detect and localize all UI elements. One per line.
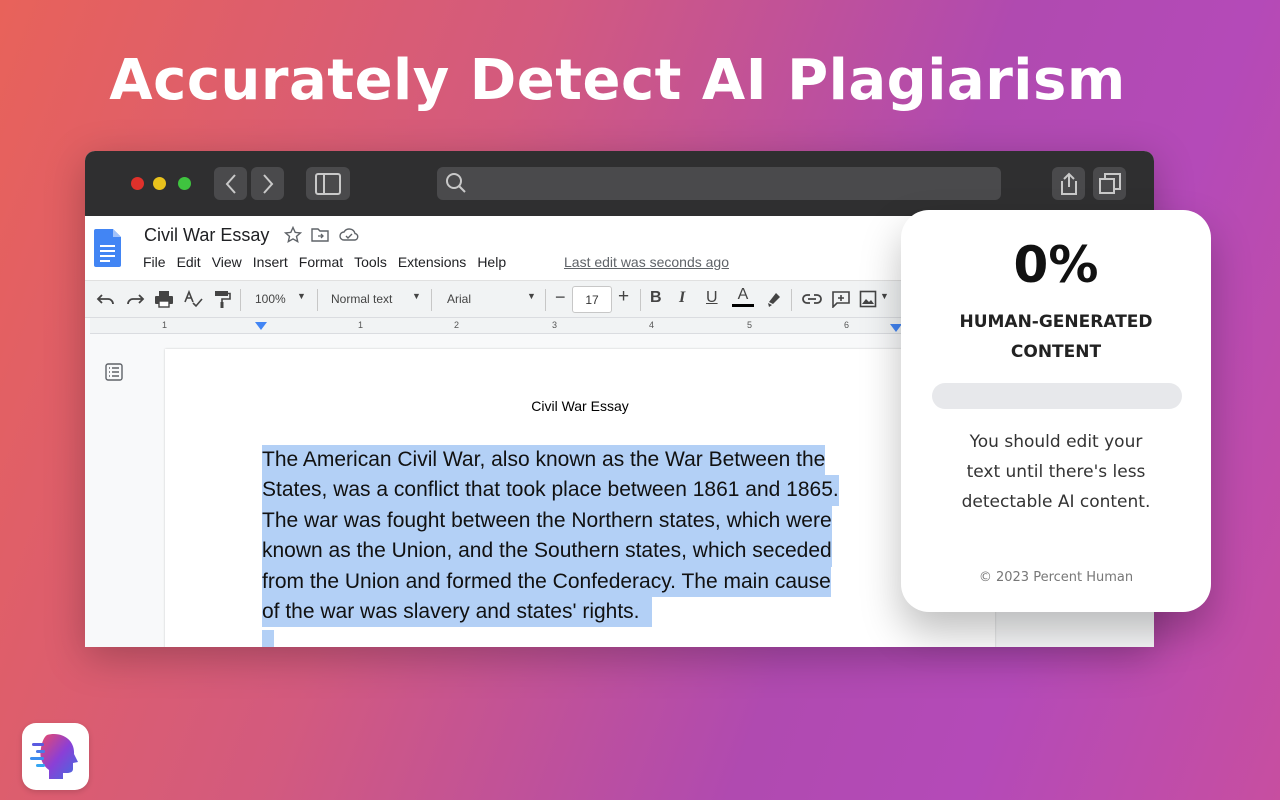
share-button[interactable] [1052,167,1085,200]
star-icon[interactable] [284,226,302,244]
share-icon [1060,172,1077,195]
browser-titlebar [85,151,1154,216]
docs-menu-bar: File Edit View Insert Format Tools Exten… [143,254,517,270]
underline-icon[interactable]: U [706,289,718,307]
indent-marker-icon[interactable] [255,322,267,332]
close-window-button[interactable] [131,177,144,190]
sidebar-toggle-button[interactable] [306,167,350,200]
redo-icon[interactable] [125,290,145,308]
image-icon[interactable] [859,290,877,308]
minimize-window-button[interactable] [153,177,166,190]
paint-format-icon[interactable] [212,290,232,308]
headline: Accurately Detect AI Plagiarism [109,48,1126,113]
back-icon [225,173,236,194]
text-color-icon[interactable]: A [732,286,754,307]
essay-line: of the war was slavery and states' right… [262,597,652,628]
menu-view[interactable]: View [212,254,242,270]
undo-icon[interactable] [96,290,116,308]
font-dropdown-icon[interactable]: ▼ [527,291,536,301]
address-bar[interactable] [437,167,1001,200]
highlight-icon[interactable] [765,290,783,308]
document-title[interactable]: Civil War Essay [144,225,269,246]
ruler-number: 6 [844,320,850,330]
percent-human-logo-icon [30,734,78,779]
tabs-icon [1098,172,1121,194]
link-icon[interactable] [801,290,823,308]
font-select[interactable]: Arial [447,292,471,306]
essay-line: from the Union and formed the Confederac… [262,566,831,598]
ruler-number: 2 [454,320,460,330]
menu-help[interactable]: Help [477,254,506,270]
ruler-number: 1 [162,320,168,330]
menu-edit[interactable]: Edit [177,254,201,270]
menu-insert[interactable]: Insert [253,254,288,270]
increase-font-size-button[interactable]: + [618,286,629,308]
search-icon [446,173,466,193]
menu-file[interactable]: File [143,254,166,270]
docs-logo-icon[interactable] [94,229,122,267]
cloud-icon[interactable] [338,226,360,244]
ruler-number: 5 [747,320,753,330]
bold-icon[interactable]: B [650,289,662,307]
maximize-window-button[interactable] [178,177,191,190]
essay-line: States, was a conflict that took place b… [262,475,839,506]
ruler-number: 1 [358,320,364,330]
decrease-font-size-button[interactable]: − [555,287,566,308]
copyright: © 2023 Percent Human [978,570,1134,585]
print-icon[interactable] [154,290,174,308]
document-page[interactable]: Civil War Essay The American Civil War, … [165,349,995,647]
ruler-number: 4 [649,320,655,330]
zoom-dropdown-icon[interactable]: ▼ [297,291,306,301]
ruler-number: 3 [552,320,558,330]
forward-icon [262,173,273,194]
style-select[interactable]: Normal text [331,292,392,306]
image-dropdown-icon[interactable]: ▼ [880,291,889,301]
human-percent: 0% [1013,236,1099,294]
style-dropdown-icon[interactable]: ▼ [412,291,421,301]
essay-line: The American Civil War, also known as th… [262,445,826,476]
font-size-input[interactable]: 17 [572,286,612,313]
percent-human-logo [22,723,89,790]
move-folder-icon[interactable] [310,226,330,244]
menu-tools[interactable]: Tools [354,254,387,270]
human-generated-label: HUMAN-GENERATED CONTENT [959,312,1153,362]
italic-icon[interactable]: I [679,289,685,307]
menu-extensions[interactable]: Extensions [398,254,466,270]
essay-text[interactable]: The American Civil War, also known as th… [262,445,912,647]
human-progress-bar [932,383,1182,409]
selection-caret [262,630,274,647]
last-edit-link[interactable]: Last edit was seconds ago [564,254,729,270]
spellcheck-icon[interactable] [183,290,203,308]
essay-line: known as the Union, and the Southern sta… [262,536,832,567]
sidebar-icon [315,172,341,195]
advice-message: You should edit your text until there's … [961,432,1151,512]
forward-button[interactable] [251,167,284,200]
back-button[interactable] [214,167,247,200]
outline-icon[interactable] [105,363,123,381]
tabs-button[interactable] [1093,167,1126,200]
menu-format[interactable]: Format [299,254,343,270]
comment-icon[interactable] [831,290,851,308]
percent-human-card: 0% HUMAN-GENERATED CONTENT You should ed… [901,210,1211,612]
essay-line: The war was fought between the Northern … [262,505,832,537]
page-heading: Civil War Essay [531,398,629,414]
zoom-select[interactable]: 100% [255,292,286,306]
